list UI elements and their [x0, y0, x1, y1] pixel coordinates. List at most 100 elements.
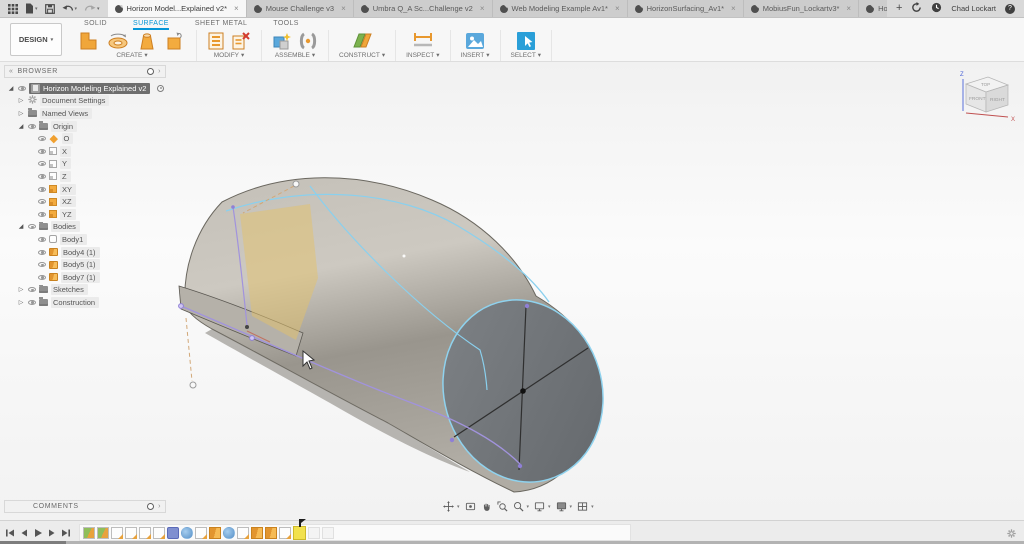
browser-row-origin[interactable]: ◢ Origin	[4, 120, 166, 133]
timeline-feature[interactable]	[83, 527, 95, 539]
document-tab[interactable]: Horizon Model...Explained v2* ×	[108, 0, 247, 17]
go-to-end-icon[interactable]	[61, 528, 71, 538]
browser-row-body4[interactable]: Body4 (1)	[4, 246, 166, 259]
extrude-icon[interactable]	[78, 31, 100, 51]
viewports-icon[interactable]	[577, 501, 588, 512]
pan-hand-icon[interactable]	[481, 501, 492, 512]
timeline-feature[interactable]	[153, 527, 165, 539]
inspect-dropdown[interactable]: INSPECT ▾	[406, 51, 439, 59]
browser-row-body7[interactable]: Body7 (1)	[4, 271, 166, 284]
tab-solid[interactable]: SOLID	[84, 20, 107, 30]
file-menu-icon[interactable]: ▾	[25, 3, 38, 14]
timeline-feature[interactable]	[265, 527, 277, 539]
browser-row-document-settings[interactable]: ▷ Document Settings	[4, 95, 166, 108]
visibility-eye-icon[interactable]	[38, 199, 46, 204]
comments-options-icon[interactable]	[147, 503, 154, 510]
save-icon[interactable]	[45, 4, 55, 14]
document-tab[interactable]: Web Modeling Example Av1* ×	[493, 0, 628, 17]
timeline-feature[interactable]	[125, 527, 137, 539]
insert-image-icon[interactable]	[464, 31, 486, 51]
construct-dropdown[interactable]: CONSTRUCT ▾	[339, 51, 385, 59]
tab-close-icon[interactable]: ×	[480, 4, 485, 13]
play-icon[interactable]	[33, 528, 43, 538]
document-tab[interactable]: Mouse Challenge v3 ×	[247, 0, 354, 17]
document-tab[interactable]: MobiusFun_Lockartv3* ×	[744, 0, 859, 17]
measure-icon[interactable]	[411, 31, 435, 51]
joint-icon[interactable]	[298, 31, 318, 51]
browser-options-icon[interactable]	[147, 68, 154, 75]
grid-settings-icon[interactable]	[556, 501, 567, 512]
visibility-eye-icon[interactable]	[18, 86, 26, 91]
browser-row-y-axis[interactable]: Y	[4, 158, 166, 171]
data-panel-grid-icon[interactable]	[8, 4, 18, 14]
visibility-eye-icon[interactable]	[28, 300, 36, 305]
visibility-eye-icon[interactable]	[28, 124, 36, 129]
workspace-selector[interactable]: DESIGN ▾	[10, 23, 62, 56]
thicken-icon[interactable]	[164, 31, 186, 51]
browser-header[interactable]: « BROWSER ›	[4, 65, 166, 78]
collapse-panel-icon[interactable]: «	[9, 68, 14, 75]
end-face-center-point[interactable]	[520, 388, 526, 394]
orbit-icon[interactable]	[443, 501, 454, 512]
expander-collapsed-icon[interactable]: ▷	[17, 110, 25, 117]
modify-dropdown[interactable]: MODIFY ▾	[214, 51, 245, 59]
browser-row-named-views[interactable]: ▷ Named Views	[4, 107, 166, 120]
construction-endpoint[interactable]	[293, 181, 299, 187]
visibility-eye-icon[interactable]	[28, 287, 36, 292]
timeline-feature[interactable]	[237, 527, 249, 539]
panel-expand-icon[interactable]: ›	[158, 68, 161, 75]
browser-row-xy-plane[interactable]: XY	[4, 183, 166, 196]
timeline-feature[interactable]	[181, 527, 193, 539]
delete-icon[interactable]	[231, 31, 251, 51]
visibility-eye-icon[interactable]	[38, 187, 46, 192]
timeline-feature[interactable]	[322, 527, 334, 539]
step-forward-icon[interactable]	[47, 528, 57, 538]
tab-close-icon[interactable]: ×	[615, 4, 620, 13]
tab-sheet-metal[interactable]: SHEET METAL	[195, 20, 247, 30]
loft-icon[interactable]	[136, 31, 158, 51]
construction-endpoint[interactable]	[190, 382, 196, 388]
zoom-window-icon[interactable]	[497, 501, 508, 512]
help-icon[interactable]: ?	[1005, 4, 1015, 14]
expander-collapsed-icon[interactable]: ▷	[17, 299, 25, 306]
redo-icon[interactable]: ▾	[84, 4, 100, 14]
visibility-eye-icon[interactable]	[38, 212, 46, 217]
expander-open-icon[interactable]: ◢	[7, 85, 15, 92]
new-tab-icon[interactable]: +	[896, 3, 902, 14]
construction-plane-icon[interactable]	[350, 31, 374, 51]
zoom-icon[interactable]	[513, 501, 524, 512]
file-menu-caret-icon[interactable]: ▾	[35, 6, 38, 12]
select-cursor-icon[interactable]	[515, 31, 537, 51]
document-tab[interactable]: HorizonSurfacing_Av1* ×	[628, 0, 744, 17]
zoom-caret-icon[interactable]: ▾	[527, 504, 530, 510]
surface-body[interactable]	[179, 178, 624, 501]
step-back-icon[interactable]	[19, 528, 29, 538]
browser-row-origin-point[interactable]: O	[4, 132, 166, 145]
timeline-feature[interactable]	[97, 527, 109, 539]
visibility-eye-icon[interactable]	[38, 161, 46, 166]
user-name[interactable]: Chad Lockart	[951, 4, 996, 13]
comments-header[interactable]: COMMENTS ›	[4, 500, 166, 513]
select-dropdown[interactable]: SELECT ▾	[511, 51, 542, 59]
tab-close-icon[interactable]: ×	[731, 4, 736, 13]
go-to-start-icon[interactable]	[5, 528, 15, 538]
undo-caret-icon[interactable]: ▾	[75, 6, 78, 12]
timeline-feature[interactable]	[308, 527, 320, 539]
orbit-caret-icon[interactable]: ▾	[457, 504, 460, 510]
timeline-feature[interactable]	[139, 527, 151, 539]
comments-expand-icon[interactable]: ›	[158, 503, 161, 510]
timeline-feature[interactable]	[223, 527, 235, 539]
visibility-eye-icon[interactable]	[38, 136, 46, 141]
visibility-eye-icon[interactable]	[38, 275, 46, 280]
document-tab[interactable]: Horizon Model..._Lockartv4* ×	[859, 0, 887, 17]
expander-collapsed-icon[interactable]: ▷	[17, 286, 25, 293]
timeline-feature[interactable]	[195, 527, 207, 539]
revolve-icon[interactable]	[106, 31, 130, 51]
browser-row-z-axis[interactable]: Z	[4, 170, 166, 183]
expander-open-icon[interactable]: ◢	[17, 123, 25, 130]
expander-collapsed-icon[interactable]: ▷	[17, 97, 25, 104]
sync-status-icon[interactable]	[911, 0, 922, 18]
timeline-feature[interactable]	[111, 527, 123, 539]
browser-row-body5[interactable]: Body5 (1)	[4, 258, 166, 271]
new-component-icon[interactable]	[272, 31, 292, 51]
